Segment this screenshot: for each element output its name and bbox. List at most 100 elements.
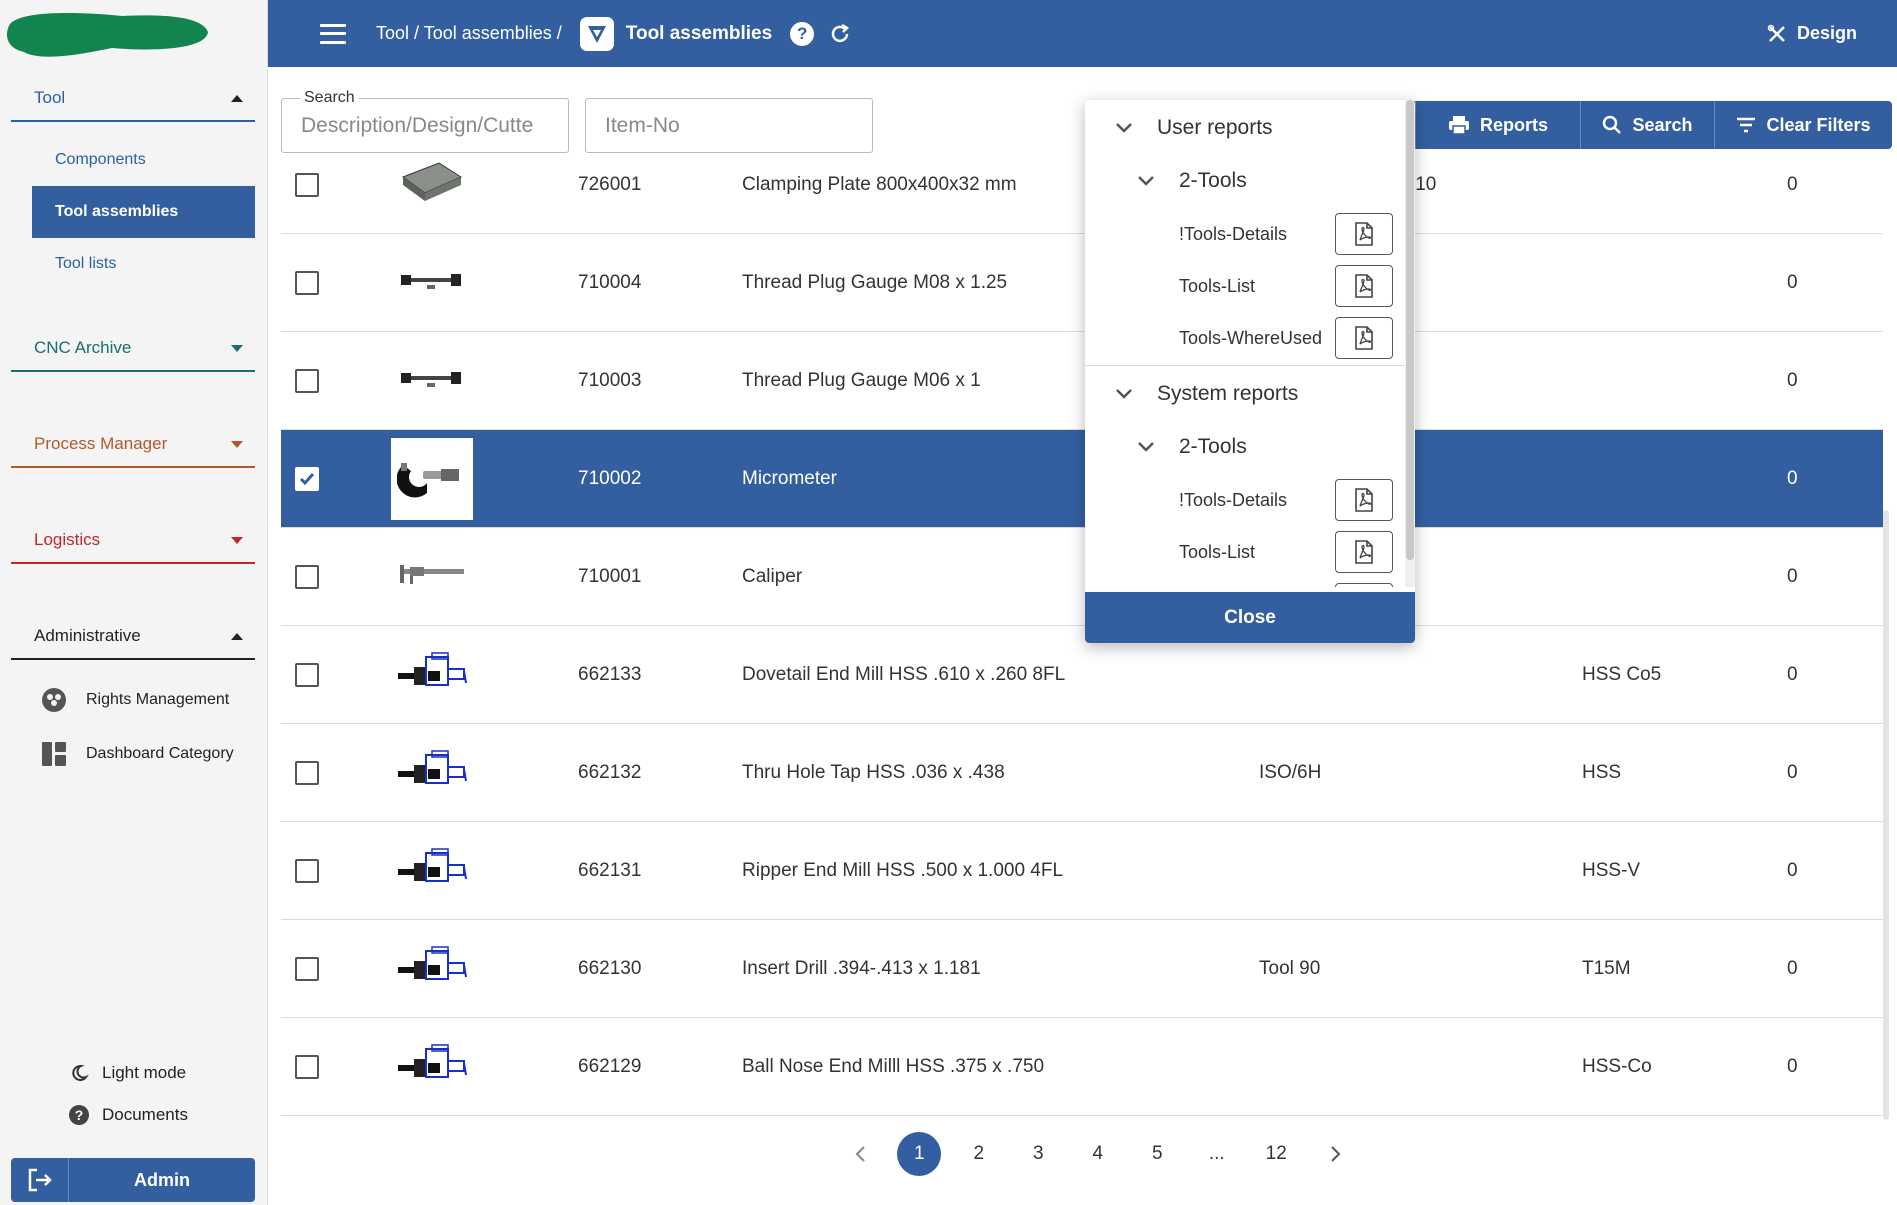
row-checkbox[interactable] bbox=[295, 1055, 319, 1079]
sidebar-item-components[interactable]: Components bbox=[32, 134, 255, 186]
pdf-icon[interactable] bbox=[1335, 265, 1393, 307]
page-button[interactable]: 2 bbox=[949, 1132, 1009, 1176]
nav-section-cnc-label: CNC Archive bbox=[34, 338, 132, 357]
dropdown-scroll-thumb[interactable] bbox=[1406, 100, 1414, 560]
breadcrumb[interactable]: Tool / Tool assemblies / bbox=[376, 23, 562, 44]
page-button[interactable]: 12 bbox=[1247, 1132, 1307, 1176]
item-number: 662132 bbox=[578, 762, 642, 783]
next-page-icon[interactable] bbox=[1306, 1132, 1366, 1176]
row-checkbox-cell bbox=[295, 136, 319, 234]
pagination: 1 2 3 4 5... 12 bbox=[830, 1132, 1366, 1176]
row-checkbox[interactable] bbox=[295, 467, 319, 491]
pdf-icon[interactable] bbox=[1335, 479, 1393, 521]
table-row[interactable]: 710003 Thread Plug Gauge M06 x 1 0 bbox=[281, 332, 1883, 430]
sidebar-item-tool-assemblies[interactable]: Tool assemblies bbox=[32, 186, 255, 238]
row-checkbox-cell bbox=[295, 430, 319, 528]
description: Thread Plug Gauge M08 x 1.25 bbox=[742, 272, 1008, 293]
nav-section-logistics-label: Logistics bbox=[34, 530, 101, 549]
chevron-down-icon bbox=[231, 344, 243, 352]
light-mode-toggle[interactable]: Light mode bbox=[68, 1062, 186, 1084]
documents-link[interactable]: ? Documents bbox=[68, 1104, 188, 1126]
help-icon[interactable]: ? bbox=[790, 21, 815, 46]
item-number: 662129 bbox=[578, 1056, 642, 1077]
user-button[interactable]: Admin bbox=[11, 1158, 255, 1202]
nav-section-process-manager[interactable]: Process Manager bbox=[11, 422, 255, 468]
row-checkbox[interactable] bbox=[295, 957, 319, 981]
filter-lines-icon bbox=[1736, 117, 1756, 133]
table-row[interactable]: 662129 Ball Nose End Milll HSS .375 x .75… bbox=[281, 1018, 1883, 1116]
row-checkbox[interactable] bbox=[295, 663, 319, 687]
nav-section-cnc-archive[interactable]: CNC Archive bbox=[11, 326, 255, 372]
sidebar-item-label: Components bbox=[55, 151, 146, 168]
page-button[interactable]: 4 bbox=[1068, 1132, 1128, 1176]
system-reports-group[interactable]: System reports bbox=[1085, 368, 1405, 420]
chevron-down-icon bbox=[1137, 175, 1155, 187]
chevron-down-icon bbox=[231, 536, 243, 544]
pdf-icon[interactable] bbox=[1335, 531, 1393, 573]
chevron-down-icon bbox=[1115, 122, 1133, 134]
nav-section-administrative[interactable]: Administrative bbox=[11, 614, 255, 660]
table-row[interactable]: 662130 Insert Drill .394-.413 x 1.181 Tool… bbox=[281, 920, 1883, 1018]
row-thumbnail-cell bbox=[391, 430, 473, 528]
page-button[interactable]: 5 bbox=[1128, 1132, 1188, 1176]
table-row[interactable]: 710004 Thread Plug Gauge M08 x 1.25 0 bbox=[281, 234, 1883, 332]
tool-thumbnail bbox=[391, 438, 473, 520]
row-thumbnail-cell bbox=[391, 626, 473, 724]
refresh-icon[interactable] bbox=[828, 22, 852, 46]
tool-thumbnail bbox=[394, 845, 470, 897]
report-item: Tools-List bbox=[1085, 526, 1405, 578]
subgroup-label: 2-Tools bbox=[1179, 169, 1247, 192]
close-button[interactable]: Close bbox=[1085, 592, 1415, 643]
nav-section-logistics[interactable]: Logistics bbox=[11, 518, 255, 564]
page-button[interactable]: 1 bbox=[890, 1132, 950, 1176]
material: HSS-Co bbox=[1582, 1056, 1652, 1077]
user-reports-group[interactable]: User reports bbox=[1085, 102, 1405, 154]
pdf-icon[interactable] bbox=[1335, 583, 1393, 587]
nav-section-tool-label: Tool bbox=[34, 88, 66, 107]
pdf-icon[interactable] bbox=[1335, 317, 1393, 359]
reports-list: User reports 2-Tools !Tools-Details Tool… bbox=[1085, 100, 1405, 587]
quantity: 0 bbox=[1787, 174, 1798, 195]
prev-page-icon[interactable] bbox=[830, 1132, 890, 1176]
description: Ball Nose End Milll HSS .375 x .750 bbox=[742, 1056, 1045, 1077]
design-button[interactable]: Design bbox=[1767, 0, 1857, 67]
tool-thumbnail bbox=[399, 159, 465, 211]
row-thumbnail-cell bbox=[391, 822, 473, 920]
report-item: !Tools-Details bbox=[1085, 208, 1405, 260]
material: HSS bbox=[1582, 762, 1622, 783]
table-row[interactable]: 662131 Ripper End Mill HSS .500 x 1.000 4… bbox=[281, 822, 1883, 920]
material: HSS-V bbox=[1582, 860, 1641, 881]
table-row[interactable]: 726001 Clamping Plate 800x400x32 mm 0 l10 bbox=[281, 136, 1883, 234]
row-checkbox[interactable] bbox=[295, 859, 319, 883]
item-number: 662130 bbox=[578, 958, 642, 979]
sidebar-item-rights-management[interactable]: Rights Management bbox=[40, 680, 229, 720]
row-checkbox-cell bbox=[295, 920, 319, 1018]
chevron-down-icon bbox=[1115, 388, 1133, 400]
row-checkbox[interactable] bbox=[295, 761, 319, 785]
row-checkbox-cell bbox=[295, 724, 319, 822]
row-checkbox[interactable] bbox=[295, 173, 319, 197]
quantity: 0 bbox=[1787, 468, 1798, 489]
page-button[interactable]: 3 bbox=[1009, 1132, 1069, 1176]
table-row[interactable]: 662132 Thru Hole Tap HSS .036 x .438 ISO/6… bbox=[281, 724, 1883, 822]
material: T15M bbox=[1582, 958, 1631, 979]
table-row[interactable]: 710002 Micrometer 0 bbox=[281, 430, 1883, 528]
table-row[interactable]: 662133 Dovetail End Mill HSS .610 x .260 … bbox=[281, 626, 1883, 724]
logout-icon[interactable] bbox=[11, 1158, 69, 1202]
row-checkbox[interactable] bbox=[295, 271, 319, 295]
chevron-down-icon bbox=[231, 440, 243, 448]
table-row[interactable]: 710001 Caliper 0 bbox=[281, 528, 1883, 626]
sidebar-item-tool-lists[interactable]: Tool lists bbox=[32, 238, 255, 290]
row-checkbox[interactable] bbox=[295, 369, 319, 393]
system-reports-subgroup[interactable]: 2-Tools bbox=[1085, 421, 1405, 473]
menu-icon[interactable] bbox=[320, 23, 346, 44]
nav-section-tool[interactable]: Tool bbox=[11, 76, 255, 122]
table-scrollbar[interactable] bbox=[1883, 510, 1889, 1120]
sidebar-item-dashboard-category[interactable]: Dashboard Category bbox=[40, 734, 234, 774]
reports-dropdown: User reports 2-Tools !Tools-Details Tool… bbox=[1085, 100, 1415, 643]
company-logo bbox=[2, 2, 212, 62]
row-checkbox[interactable] bbox=[295, 565, 319, 589]
user-reports-subgroup[interactable]: 2-Tools bbox=[1085, 155, 1405, 207]
pdf-icon[interactable] bbox=[1335, 213, 1393, 255]
description: Micrometer bbox=[742, 468, 838, 489]
